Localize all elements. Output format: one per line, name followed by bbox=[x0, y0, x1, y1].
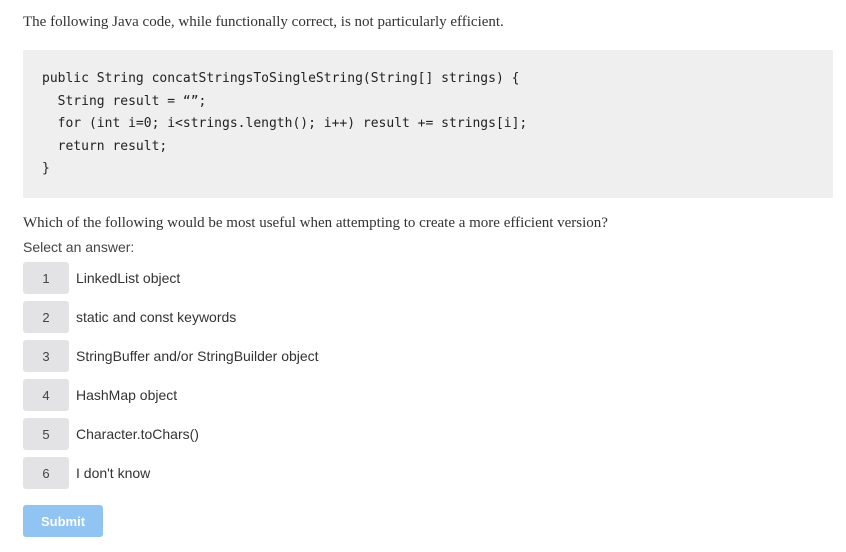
submit-button[interactable]: Submit bbox=[23, 505, 103, 537]
option-label[interactable]: I don't know bbox=[76, 465, 150, 481]
option-number[interactable]: 5 bbox=[23, 418, 69, 450]
option-label[interactable]: LinkedList object bbox=[76, 270, 180, 286]
option-label[interactable]: static and const keywords bbox=[76, 309, 236, 325]
option-number[interactable]: 3 bbox=[23, 340, 69, 372]
question-text: Which of the following would be most use… bbox=[23, 215, 608, 231]
answer-option-5[interactable]: 5 Character.toChars() bbox=[23, 418, 319, 450]
option-number[interactable]: 2 bbox=[23, 301, 69, 333]
option-number[interactable]: 1 bbox=[23, 262, 69, 294]
intro-text: The following Java code, while functiona… bbox=[23, 14, 504, 30]
answer-option-2[interactable]: 2 static and const keywords bbox=[23, 301, 319, 333]
code-block: public String concatStringsToSingleStrin… bbox=[23, 50, 833, 198]
option-number[interactable]: 6 bbox=[23, 457, 69, 489]
select-answer-label: Select an answer: bbox=[23, 239, 135, 255]
option-number[interactable]: 4 bbox=[23, 379, 69, 411]
answer-option-1[interactable]: 1 LinkedList object bbox=[23, 262, 319, 294]
code-text: public String concatStringsToSingleStrin… bbox=[42, 71, 528, 176]
answer-options: 1 LinkedList object 2 static and const key… bbox=[23, 262, 319, 496]
answer-option-4[interactable]: 4 HashMap object bbox=[23, 379, 319, 411]
option-label[interactable]: HashMap object bbox=[76, 387, 177, 403]
option-label[interactable]: Character.toChars() bbox=[76, 426, 199, 442]
answer-option-3[interactable]: 3 StringBuffer and/or StringBuilder objec… bbox=[23, 340, 319, 372]
option-label[interactable]: StringBuffer and/or StringBuilder object bbox=[76, 348, 319, 364]
answer-option-6[interactable]: 6 I don't know bbox=[23, 457, 319, 489]
